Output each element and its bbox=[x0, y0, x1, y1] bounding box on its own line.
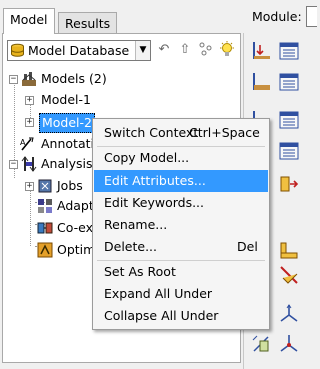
filter-icon[interactable] bbox=[197, 41, 215, 59]
optimization-icon bbox=[37, 242, 53, 258]
menu-item-label: Edit Attributes... bbox=[104, 173, 206, 188]
create-load-case-icon[interactable] bbox=[278, 174, 300, 196]
jobs-icon bbox=[37, 178, 53, 194]
model-database-label: Model Database bbox=[28, 43, 130, 58]
lightbulb-icon[interactable] bbox=[218, 41, 236, 59]
expand-icon[interactable]: + bbox=[25, 118, 34, 127]
tree-label-jobs: Jobs bbox=[57, 178, 83, 193]
model-database-icon bbox=[10, 43, 25, 61]
collapse-icon[interactable]: − bbox=[9, 75, 18, 84]
menu-item-shortcut: Ctrl+Space bbox=[189, 125, 260, 140]
collapse-icon[interactable]: − bbox=[9, 160, 18, 169]
create-amplitude-icon[interactable] bbox=[278, 240, 300, 262]
annotations-icon: A bbox=[19, 136, 35, 152]
menu-item-shortcut: Del bbox=[237, 239, 258, 254]
forward-icon[interactable]: ⇧ bbox=[176, 41, 194, 59]
menu-item-copy-model[interactable]: Copy Model... bbox=[94, 147, 268, 169]
menu-item-label: Delete... bbox=[104, 239, 157, 254]
create-display-group-icon[interactable] bbox=[250, 333, 272, 355]
menu-item-switch-context[interactable]: Switch Context Ctrl+Space bbox=[94, 122, 268, 144]
menu-item-label: Copy Model... bbox=[104, 150, 190, 165]
module-label: Module: bbox=[252, 9, 302, 24]
tree-label-model-1: Model-1 bbox=[41, 92, 91, 107]
menu-item-edit-attributes[interactable]: Edit Attributes... bbox=[94, 170, 268, 192]
menu-item-label: Edit Keywords... bbox=[104, 195, 204, 210]
menu-item-label: Rename... bbox=[104, 217, 168, 232]
tab-results-label: Results bbox=[65, 16, 111, 31]
tree-label-model-2: Model-2 bbox=[39, 113, 95, 133]
menu-item-label: Collapse All Under bbox=[104, 308, 219, 323]
menu-item-edit-keywords[interactable]: Edit Keywords... bbox=[94, 192, 268, 214]
tree-connector bbox=[30, 184, 31, 246]
expand-icon[interactable]: + bbox=[25, 96, 34, 105]
field-manager-icon[interactable] bbox=[278, 140, 300, 162]
svg-text:A: A bbox=[20, 138, 26, 147]
create-boundary-condition-icon[interactable] bbox=[250, 71, 272, 93]
co-execution-icon bbox=[37, 220, 53, 236]
analysis-icon bbox=[21, 156, 37, 172]
load-manager-icon[interactable] bbox=[278, 40, 300, 62]
tab-results[interactable]: Results bbox=[58, 12, 118, 34]
adaptivity-icon bbox=[37, 198, 53, 214]
tree-label-models: Models (2) bbox=[41, 71, 107, 86]
menu-item-label: Set As Root bbox=[104, 264, 176, 279]
menu-item-expand-all-under[interactable]: Expand All Under bbox=[94, 283, 268, 305]
module-combo[interactable] bbox=[306, 6, 317, 27]
expand-icon[interactable]: + bbox=[25, 182, 34, 191]
datum-csys-manager-icon[interactable] bbox=[278, 333, 300, 355]
model-database-combo[interactable]: Model Database ▼ bbox=[7, 40, 151, 61]
models-icon bbox=[21, 71, 37, 87]
tab-model-label: Model bbox=[10, 12, 48, 27]
boundary-condition-manager-icon[interactable] bbox=[278, 71, 300, 93]
menu-item-set-as-root[interactable]: Set As Root bbox=[94, 261, 268, 283]
menu-item-delete[interactable]: Delete... Del bbox=[94, 236, 268, 258]
menu-item-rename[interactable]: Rename... bbox=[94, 214, 268, 236]
context-menu: Switch Context Ctrl+Space Copy Model... … bbox=[92, 118, 270, 330]
back-icon[interactable]: ↶ bbox=[155, 41, 173, 59]
predefined-field-manager-icon[interactable] bbox=[278, 109, 300, 131]
menu-item-label: Expand All Under bbox=[104, 286, 213, 301]
create-connector-icon[interactable] bbox=[278, 264, 300, 286]
tree-label-analysis: Analysis bbox=[41, 156, 93, 171]
create-datum-csys-icon[interactable] bbox=[278, 303, 300, 325]
menu-item-collapse-all-under[interactable]: Collapse All Under bbox=[94, 305, 268, 327]
menu-item-label: Switch Context bbox=[104, 125, 199, 140]
create-load-icon[interactable] bbox=[250, 40, 272, 62]
tab-model[interactable]: Model bbox=[3, 8, 55, 34]
dropdown-arrow-icon[interactable]: ▼ bbox=[135, 41, 150, 60]
